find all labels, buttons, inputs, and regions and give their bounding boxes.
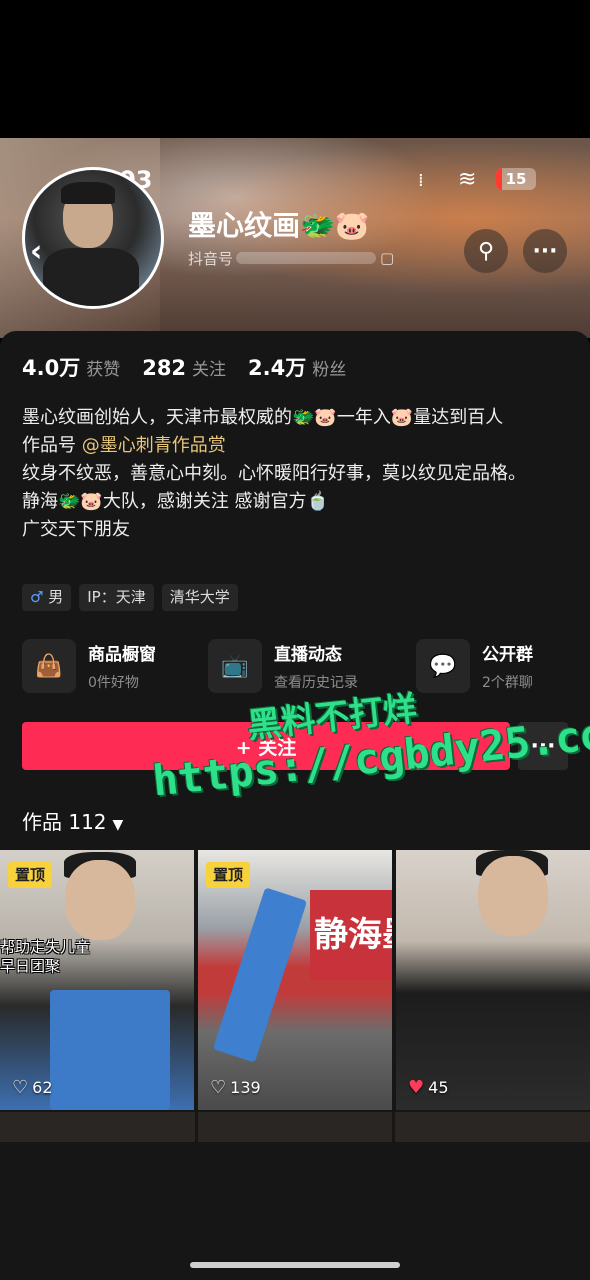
profile-stats: 4.0万 获赞 282 关注 2.4万 粉丝 [22,352,368,382]
copy-icon[interactable]: ▢ [380,249,394,267]
home-indicator[interactable] [190,1262,400,1268]
heart-outline-icon: ♡ [210,1077,227,1098]
tv-icon: 📺 [208,639,262,693]
thumbnail-banner: 静海墨 [310,890,392,980]
back-arrow-icon[interactable]: ‹ [30,234,42,269]
works-grid: 帮助走失儿童 早日团聚 置顶 ♡62 静海墨 置顶 ♡139 ♥45 [0,850,590,1112]
like-count: ♥ 45 [408,1077,449,1098]
wifi-icon: ≋ [458,167,477,192]
heart-outline-icon: ♡ [12,1077,29,1098]
like-count-value: 139 [230,1078,261,1097]
likes-label: 获赞 [86,360,121,380]
video-thumbnail-partial[interactable] [0,1112,195,1142]
works-grid-next-row [0,1112,590,1142]
like-count: ♡ 62 [12,1077,53,1098]
feature-title: 商品橱窗 [88,645,156,665]
followers-value: 2.4万 [248,356,307,380]
battery-level: 15 [505,170,527,188]
works-label: 作品 [22,810,62,834]
male-icon: ♂ [30,588,44,606]
follow-button[interactable]: + 关注 [22,722,510,770]
feature-entries: 👜 商品橱窗 0件好物 📺 直播动态 查看历史记录 💬 公开群 2个群聊 [22,638,568,694]
works-tab[interactable]: 作品 112 ▼ [22,806,123,835]
school-tag: 清华大学 [161,584,238,611]
feature-subtitle: 0件好物 [88,675,139,691]
bio-line: 广交天下朋友 [22,519,130,540]
feature-title: 公开群 [482,645,533,665]
profile-tags: ♂ 男 IP：天津 清华大学 [22,584,238,611]
profile-name: 墨心纹画🐲🐷 [188,209,370,242]
video-thumbnail-partial[interactable] [395,1112,590,1142]
video-thumbnail-partial[interactable] [197,1112,393,1142]
video-thumbnail[interactable]: 静海墨 置顶 ♡139 [198,850,392,1110]
feature-subtitle: 2个群聊 [482,675,533,691]
caret-down-icon: ▼ [112,817,124,833]
search-button[interactable]: ⚲ [464,229,508,273]
feature-subtitle: 查看历史记录 [274,675,358,691]
works-count: 112 [68,810,107,834]
following-stat[interactable]: 282 关注 [142,356,248,380]
signal-icon: ⁞ [418,170,424,191]
gender-label: 男 [48,588,64,606]
pinned-badge: 置顶 [8,862,53,888]
shopping-bag-icon: 👜 [22,639,76,693]
avatar[interactable] [22,167,164,309]
feature-title: 直播动态 [274,645,342,665]
like-count-value: 45 [428,1078,449,1097]
video-thumbnail[interactable]: 帮助走失儿童 早日团聚 置顶 ♡ 62 [0,850,194,1110]
heart-filled-icon: ♥ [408,1077,425,1098]
douyin-id-value-blurred [236,252,376,264]
thumbnail-caption: 帮助走失儿童 早日团聚 [0,938,91,975]
gender-tag: ♂ 男 [22,584,72,611]
profile-bio: 墨心纹画创始人，天津市最权威的🐲🐷一年入🐷量达到百人 作品号 @墨心刺青作品赏 … [22,404,572,544]
following-label: 关注 [192,360,227,380]
more-horizontal-icon: ··· [532,238,558,264]
like-count-value: 62 [32,1078,53,1097]
likes-value: 4.0万 [22,356,81,380]
bio-mention-link[interactable]: @墨心刺青作品赏 [82,435,226,456]
more-options-button[interactable]: ··· [523,229,567,273]
followers-label: 粉丝 [312,360,347,380]
bio-line: 作品号 [22,435,76,456]
search-icon: ⚲ [477,238,495,264]
more-actions-button[interactable]: ··· [518,722,568,770]
following-value: 282 [142,356,187,380]
likes-stat[interactable]: 4.0万 获赞 [22,356,142,380]
followers-stat[interactable]: 2.4万 粉丝 [248,356,368,380]
douyin-id-label: 抖音号 [188,250,234,268]
bio-line: 墨心纹画创始人，天津市最权威的🐲🐷一年入🐷量达到百人 [22,407,504,428]
chat-bubbles-icon: 💬 [416,639,470,693]
pinned-badge: 置顶 [206,862,251,888]
bio-line: 静海🐲🐷大队，感谢关注 感谢官方🍵 [22,491,329,512]
ip-tag: IP：天津 [79,584,154,611]
video-thumbnail[interactable]: ♥ 45 [396,850,590,1110]
battery-indicator: 15 [496,168,536,190]
like-count: ♡ 139 [210,1077,261,1098]
bio-line: 纹身不纹恶，善意心中刻。心怀暖阳行好事，莫以纹见定品格。 [22,463,526,484]
